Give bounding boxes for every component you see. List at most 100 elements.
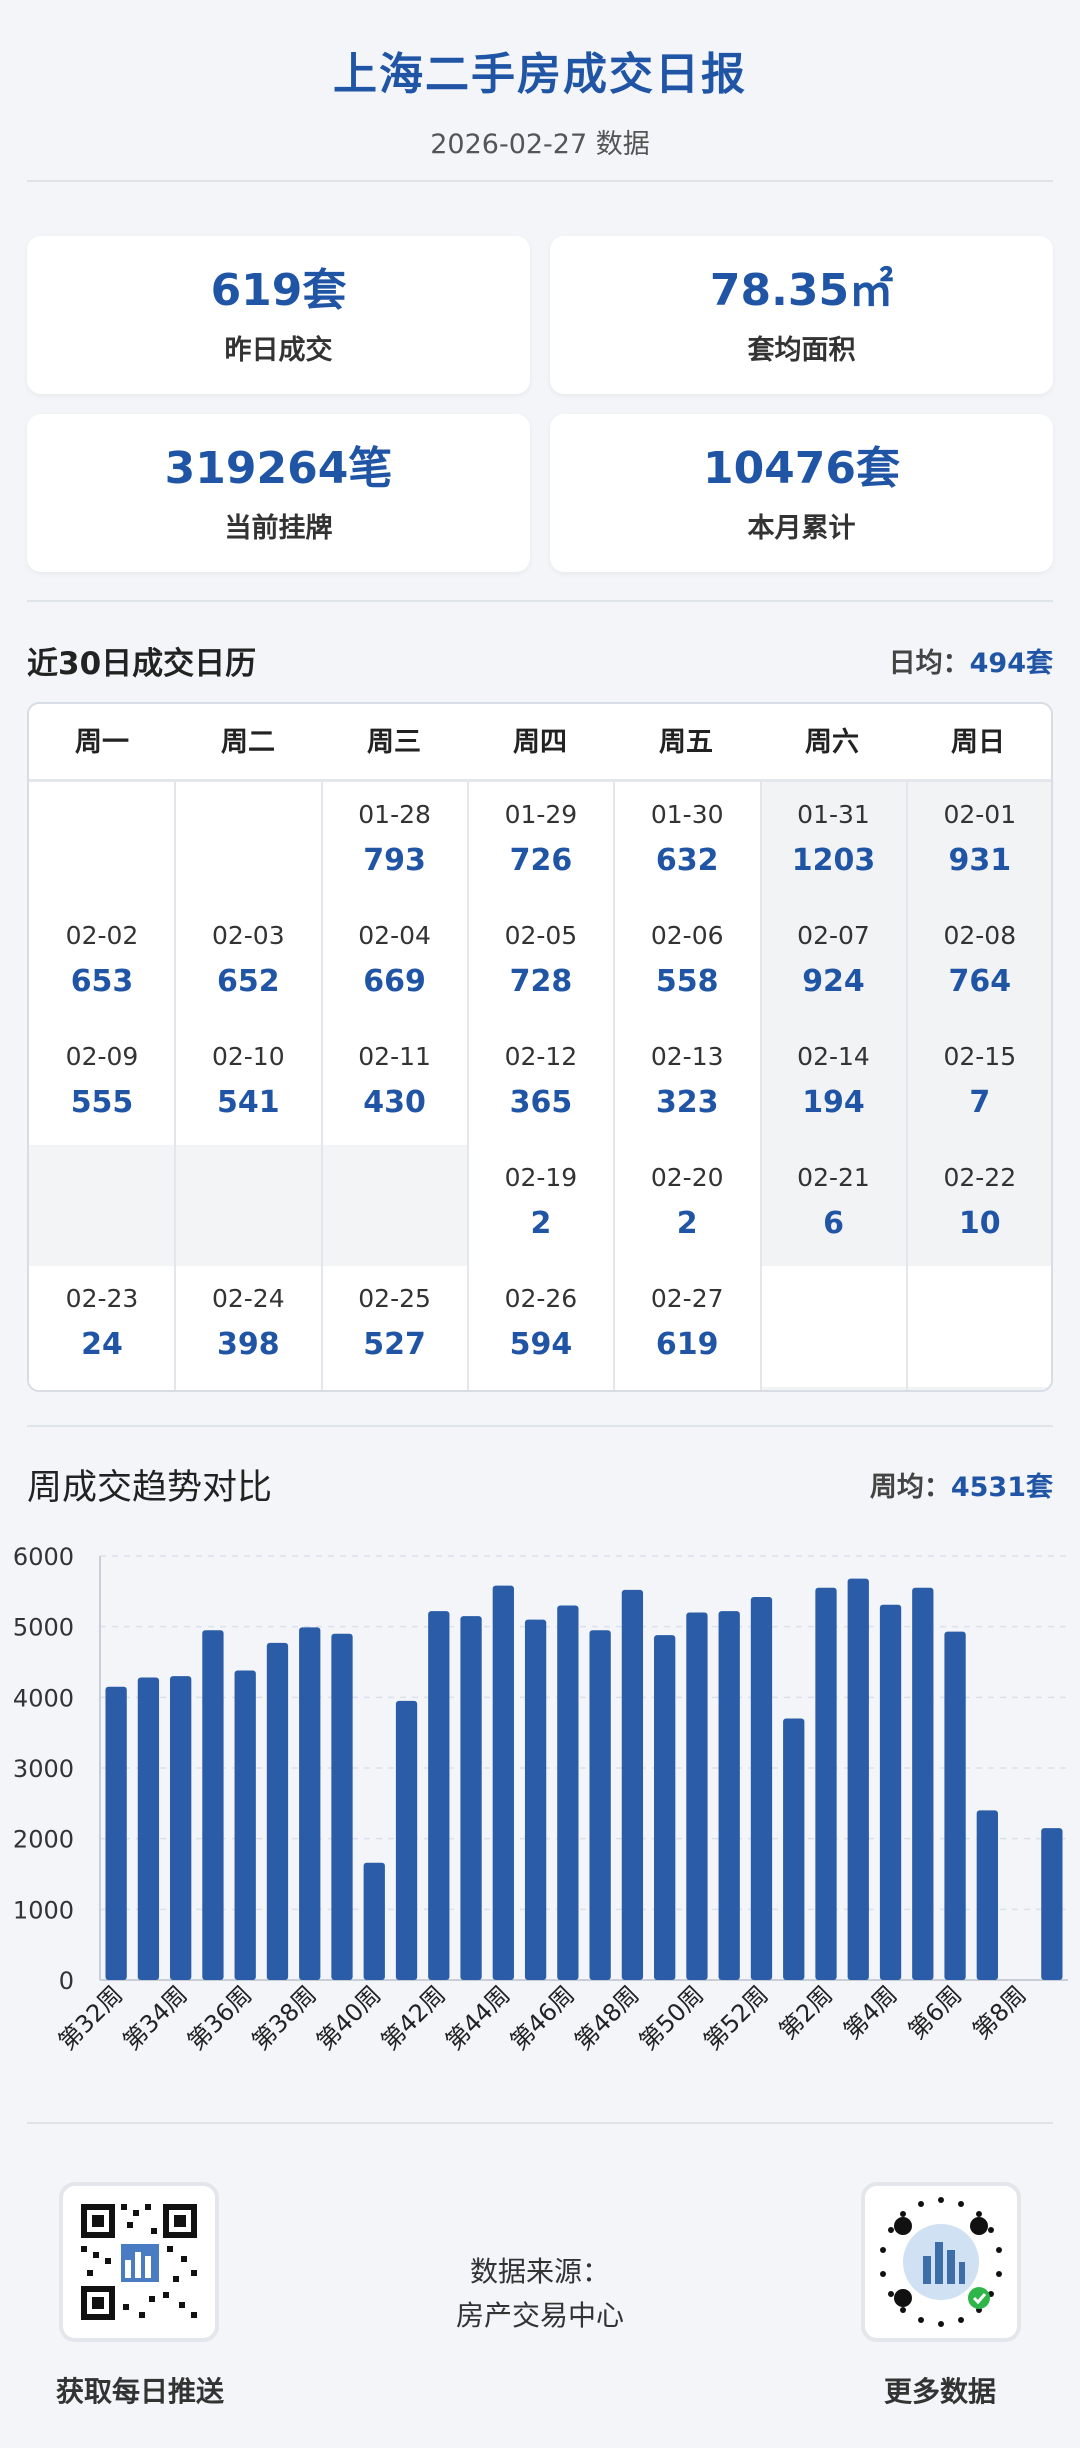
chart-bar xyxy=(202,1630,224,1980)
stat-value: 619套 xyxy=(210,265,347,316)
x-tick-label: 第6周 xyxy=(903,1980,968,2045)
chart-bar xyxy=(783,1718,805,1980)
divider xyxy=(27,2122,1053,2124)
weekday-sat: 周六 xyxy=(805,727,859,758)
calendar-day-date: 02-10 xyxy=(211,1042,285,1071)
calendar-day-date: 02-22 xyxy=(943,1163,1017,1192)
calendar-day-date: 02-04 xyxy=(358,921,431,950)
calendar-day-cell: 02-02 653 xyxy=(29,903,175,1024)
calendar-day-count: 365 xyxy=(509,1085,573,1120)
calendar-day-date: 02-14 xyxy=(797,1042,870,1071)
weekday-fri: 周五 xyxy=(659,727,713,758)
calendar-day-cell: 02-20 2 xyxy=(614,1145,761,1266)
stat-card-yesterday: 619套 昨日成交 xyxy=(27,236,530,394)
calendar-column-separator xyxy=(466,782,469,1390)
calendar-empty-cell xyxy=(760,1266,907,1387)
calendar-day-date: 02-05 xyxy=(504,921,578,950)
calendar-day-date: 02-08 xyxy=(943,921,1017,950)
calendar-day-count: 669 xyxy=(363,964,426,999)
calendar-day-date: 02-20 xyxy=(650,1163,724,1192)
calendar-day-count: 2 xyxy=(676,1206,698,1241)
chart-bar xyxy=(686,1612,708,1980)
weekly-average-label: 周均： xyxy=(869,1471,951,1503)
calendar-day-date: 02-09 xyxy=(65,1042,139,1071)
chart-bar xyxy=(524,1619,547,1980)
chart-bar xyxy=(170,1676,192,1980)
calendar-day-cell: 02-25 527 xyxy=(321,1266,468,1387)
divider xyxy=(27,1425,1053,1427)
chart-bar xyxy=(718,1611,740,1980)
stat-label: 当前挂牌 xyxy=(224,513,333,544)
calendar-day-date: 02-11 xyxy=(358,1042,431,1071)
chart-bar xyxy=(879,1604,902,1980)
calendar-day-cell: 02-24 398 xyxy=(175,1266,322,1387)
mini-program-code-icon xyxy=(880,2197,1002,2327)
mini-program-code[interactable] xyxy=(861,2182,1021,2342)
chart-bar xyxy=(621,1589,644,1980)
chart-bar xyxy=(847,1578,869,1980)
chart-bar xyxy=(105,1686,127,1980)
calendar-day-cell: 02-08 764 xyxy=(906,903,1051,1024)
chart-bar xyxy=(557,1605,579,1980)
calendar-grid: 01-28 793 01-29 726 01-30 632 01-31 1203 02-01 93… xyxy=(29,782,1051,1390)
calendar-day-date: 02-13 xyxy=(650,1042,724,1071)
data-source-name: 房产交易中心 xyxy=(455,2299,624,2332)
calendar-header: 近30日成交日历 日均：494套 xyxy=(27,636,1053,684)
calendar-column-separator xyxy=(174,782,177,1390)
calendar-empty-cell xyxy=(175,1145,322,1266)
calendar-day-count: 527 xyxy=(363,1327,426,1362)
calendar-day-count: 2 xyxy=(530,1206,552,1241)
calendar-column-separator xyxy=(613,782,616,1390)
calendar-day-cell: 02-19 2 xyxy=(467,1145,614,1266)
calendar-day-count: 194 xyxy=(802,1085,865,1120)
calendar-day-count: 6 xyxy=(823,1206,844,1241)
trend-weekly-average: 周均：4531套 xyxy=(870,1465,1053,1504)
x-tick-label: 第50周 xyxy=(634,1980,709,2055)
x-tick-label: 第2周 xyxy=(774,1980,839,2045)
calendar-day-cell: 01-31 1203 xyxy=(760,782,907,903)
chart-bar xyxy=(654,1635,676,1980)
calendar-day-count: 619 xyxy=(655,1327,719,1362)
weekday-thu: 周四 xyxy=(513,727,567,758)
x-tick-label: 第42周 xyxy=(376,1980,451,2055)
calendar-empty-cell xyxy=(321,1145,468,1266)
calendar-day-count: 1203 xyxy=(791,843,876,878)
calendar-day-count: 931 xyxy=(948,843,1012,878)
calendar-day-cell: 02-09 555 xyxy=(29,1024,175,1145)
page-subtitle: 2026-02-27 数据 xyxy=(430,129,650,160)
x-tick-label: 第8周 xyxy=(967,1980,1032,2045)
y-tick-label: 5000 xyxy=(13,1614,74,1642)
calendar-day-date: 02-07 xyxy=(797,921,870,950)
calendar-day-date: 01-28 xyxy=(358,800,431,829)
y-tick-label: 1000 xyxy=(13,1896,74,1924)
chart-bar xyxy=(428,1611,450,1980)
y-tick-label: 0 xyxy=(59,1967,74,1995)
calendar-day-cell: 02-23 24 xyxy=(29,1266,175,1387)
calendar-day-cell: 02-26 594 xyxy=(467,1266,614,1387)
weekday-mon: 周一 xyxy=(75,727,129,758)
calendar-day-cell: 01-30 632 xyxy=(614,782,761,903)
calendar-day-cell: 02-15 7 xyxy=(906,1024,1051,1145)
divider xyxy=(27,600,1053,602)
x-tick-label: 第38周 xyxy=(247,1980,322,2055)
calendar-column-separator xyxy=(905,782,908,1390)
stat-value: 78.35㎡ xyxy=(709,265,894,316)
calendar-day-date: 02-01 xyxy=(943,800,1017,829)
calendar-empty-cell xyxy=(175,782,322,903)
stat-label: 昨日成交 xyxy=(224,335,333,366)
calendar-title: 近30日成交日历 xyxy=(27,645,257,682)
x-tick-label: 第4周 xyxy=(838,1980,903,2045)
trend-title: 周成交趋势对比 xyxy=(27,1467,273,1508)
chart-bar xyxy=(299,1627,321,1980)
chart-bar xyxy=(815,1587,837,1980)
calendar-day-count: 555 xyxy=(70,1085,134,1120)
calendar-day-count: 558 xyxy=(655,964,719,999)
daily-push-label: 获取每日推送 xyxy=(55,2375,224,2408)
calendar-day-count: 764 xyxy=(948,964,1012,999)
chart-bar xyxy=(944,1631,966,1980)
qr-code-daily-push[interactable] xyxy=(59,2182,219,2342)
calendar-empty-cell xyxy=(906,1266,1051,1387)
calendar-day-count: 632 xyxy=(655,843,719,878)
chart-bar xyxy=(912,1587,934,1980)
calendar-day-count: 7 xyxy=(969,1085,991,1120)
